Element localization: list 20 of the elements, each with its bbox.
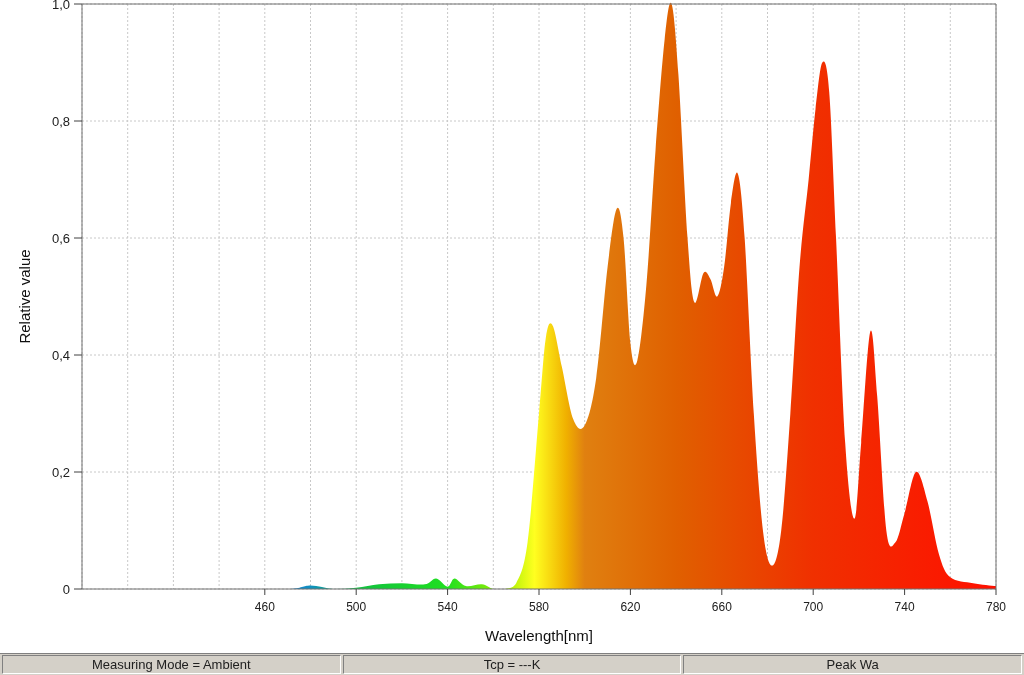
- y-tick-label: 0,2: [51, 465, 70, 480]
- y-tick-label: 0,4: [51, 348, 70, 363]
- status-panel: Tcp = ---K: [342, 655, 682, 674]
- y-tick-label: 0,8: [51, 114, 70, 129]
- x-tick-label: 780: [986, 600, 1006, 614]
- x-axis-title: Wavelength[nm]: [485, 627, 593, 644]
- status-panel: Measuring Mode = Ambient: [2, 655, 341, 674]
- x-tick-label: 460: [254, 600, 275, 614]
- y-axis-title: Relative value: [16, 249, 33, 344]
- y-tick-label: 1,0: [51, 0, 70, 12]
- x-tick-label: 700: [803, 600, 824, 614]
- y-tick-label: 0: [62, 582, 70, 597]
- status-panel: Peak Wa: [683, 655, 1022, 674]
- x-tick-label: 660: [711, 600, 732, 614]
- x-tick-label: 580: [529, 600, 549, 614]
- x-tick-label: 740: [894, 600, 915, 614]
- x-tick-label: 540: [437, 600, 458, 614]
- y-tick-label: 0,6: [51, 231, 70, 246]
- x-tick-label: 500: [346, 600, 367, 614]
- x-tick-label: 620: [620, 600, 641, 614]
